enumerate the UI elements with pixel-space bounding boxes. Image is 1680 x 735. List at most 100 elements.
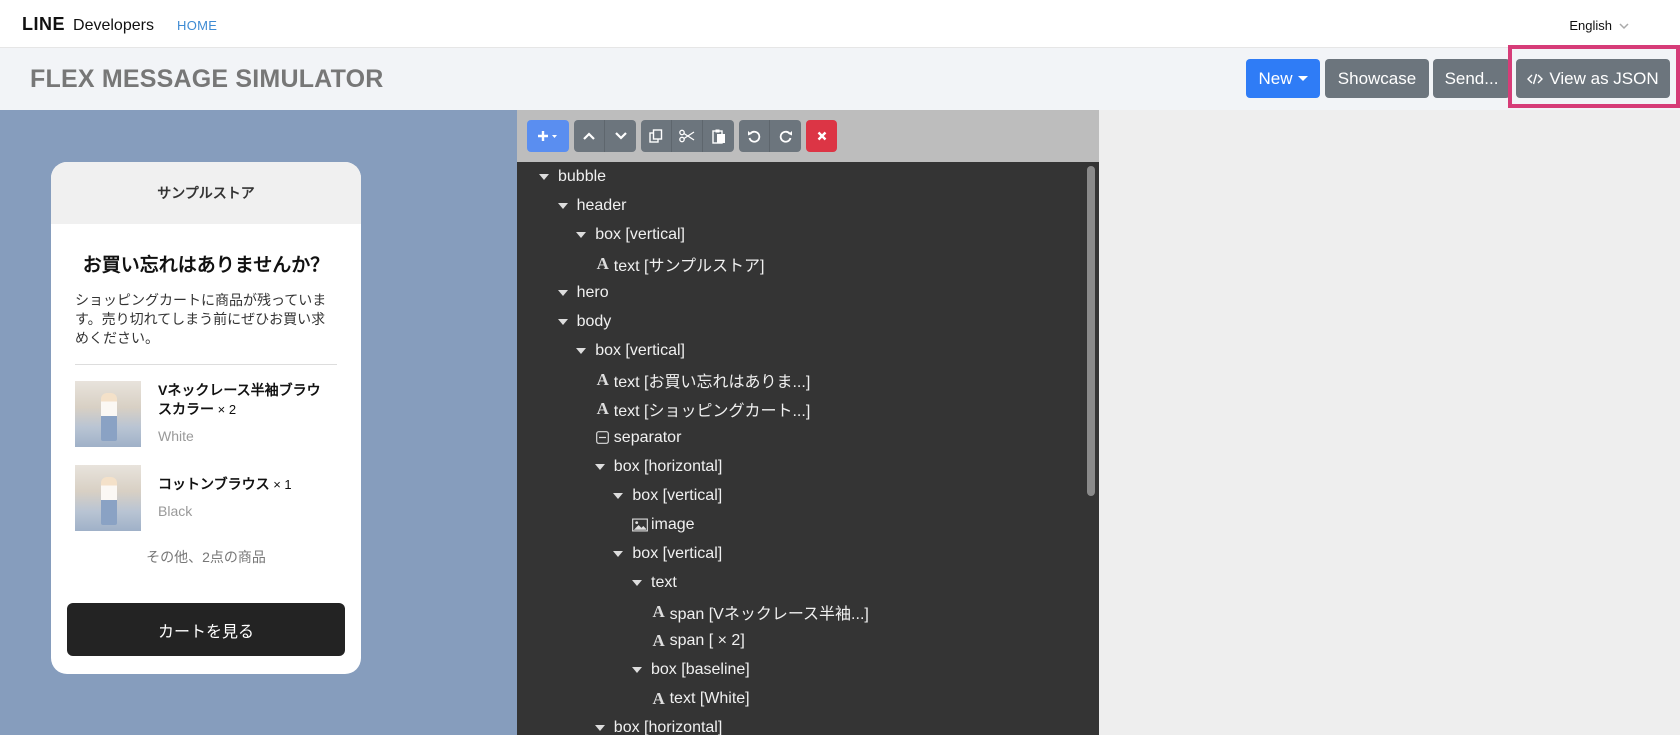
language-label: English: [1569, 18, 1612, 33]
tree-node[interactable]: bubble: [539, 162, 606, 191]
move-down-button[interactable]: [605, 120, 636, 152]
tree-node-label: span [Vネックレース半袖...]: [669, 605, 869, 623]
tree-node-label: text: [651, 573, 677, 591]
component-tree: bubble header box [vertical] Atext [サンプルストア…: [517, 162, 1083, 735]
paste-button[interactable]: [703, 120, 734, 152]
tree-node-label: box [horizontal]: [613, 718, 723, 735]
caret-down-icon: [1297, 76, 1308, 81]
tree-node[interactable]: box [vertical]: [576, 220, 685, 249]
tree-node[interactable]: box [horizontal]: [594, 713, 723, 735]
showcase-button[interactable]: Showcase: [1325, 59, 1429, 98]
tree-node[interactable]: body: [557, 307, 612, 336]
tree-node-label: box [baseline]: [651, 660, 750, 678]
item-name: Vネックレース半袖ブラウスカラー × 2: [158, 382, 321, 417]
caret-down-icon[interactable]: [594, 724, 605, 731]
caret-down-icon[interactable]: [557, 202, 568, 209]
item-color: Black: [158, 503, 193, 519]
nav-home-link[interactable]: HOME: [177, 18, 217, 33]
text-icon: A: [652, 630, 665, 650]
text-icon: A: [652, 688, 665, 708]
tree-node[interactable]: Atext [サンプルストア]: [595, 249, 765, 278]
item-qty: × 1: [269, 477, 292, 492]
tree-node-label: text [サンプルストア]: [613, 257, 765, 275]
tree-node[interactable]: Atext [ショッピングカート...]: [595, 394, 811, 423]
item-color: White: [158, 428, 194, 444]
copy-icon: [649, 129, 663, 143]
tree-node[interactable]: image: [632, 510, 695, 539]
undo-icon: [748, 130, 761, 143]
tree-node-label: bubble: [558, 167, 607, 185]
scissors-icon: [679, 129, 695, 143]
tree-node[interactable]: Aspan [ × 2]: [651, 626, 745, 655]
other-items-text: その他、2点の商品: [146, 549, 266, 565]
tree-node-label: span [ × 2]: [669, 631, 745, 649]
item-name: コットンブラウス × 1: [158, 476, 292, 492]
tree-node[interactable]: Atext [お買い忘れはありま...]: [595, 365, 811, 394]
redo-icon: [779, 130, 792, 143]
title-bar: FLEX MESSAGE SIMULATOR New Showcase Send…: [0, 48, 1680, 110]
tree-node[interactable]: text: [632, 568, 677, 597]
image-icon: [632, 518, 648, 532]
tree-node[interactable]: hero: [557, 278, 609, 307]
new-button-label: New: [1258, 68, 1293, 88]
cut-button[interactable]: [672, 120, 703, 152]
tree-node-label: image: [651, 515, 695, 533]
scrollbar-thumb[interactable]: [1087, 166, 1095, 496]
separator-icon: [595, 431, 611, 444]
tree-scrollbar[interactable]: [1083, 162, 1099, 735]
tree-node[interactable]: header: [557, 191, 627, 220]
tree-node-label: text [お買い忘れはありま...]: [613, 373, 811, 391]
tree-node[interactable]: box [vertical]: [613, 481, 722, 510]
tree-node[interactable]: separator: [595, 423, 682, 452]
caret-down-icon[interactable]: [557, 289, 568, 296]
tree-node[interactable]: box [horizontal]: [594, 452, 722, 481]
close-icon: [817, 131, 826, 141]
add-node-button[interactable]: [527, 120, 569, 152]
language-selector[interactable]: English: [1569, 18, 1630, 33]
text-icon: A: [596, 253, 609, 273]
copy-button[interactable]: [641, 120, 672, 152]
text-icon: A: [596, 398, 609, 418]
brand-line: LINE: [22, 14, 66, 34]
chevron-down-icon: [1619, 22, 1629, 29]
tree-node-label: box [vertical]: [595, 225, 685, 243]
top-nav: LINE Developers HOME English: [0, 0, 1680, 48]
caret-down-icon[interactable]: [539, 173, 549, 180]
tree-node[interactable]: box [baseline]: [632, 655, 750, 684]
cart-item: コットンブラウス × 1 Black: [75, 465, 337, 531]
delete-button[interactable]: [806, 120, 837, 152]
flex-bubble-preview: サンプルストア お買い忘れはありませんか？ ショッピングカートに商品が残っていま…: [51, 162, 361, 674]
caret-down-icon[interactable]: [576, 231, 587, 238]
send-button[interactable]: Send...: [1433, 59, 1510, 98]
caret-down-icon[interactable]: [576, 347, 587, 354]
tree-node[interactable]: Atext [White]: [651, 684, 749, 713]
brand-developers: Developers: [73, 17, 154, 34]
undo-button[interactable]: [739, 120, 770, 152]
caret-down-icon[interactable]: [613, 492, 624, 499]
tree-node-label: box [vertical]: [595, 341, 685, 359]
bubble-title: お買い忘れはありませんか？: [82, 255, 330, 276]
caret-down-icon[interactable]: [632, 666, 642, 673]
view-cart-button[interactable]: カートを見る: [67, 603, 345, 656]
tree-node[interactable]: box [vertical]: [613, 539, 722, 568]
tree-node[interactable]: Aspan [Vネックレース半袖...]: [651, 597, 869, 626]
caret-down-icon[interactable]: [557, 318, 568, 325]
caret-down-icon[interactable]: [632, 579, 642, 586]
bubble-body: お買い忘れはありませんか？ ショッピングカートに商品が残っています。売り切れてし…: [51, 250, 361, 567]
product-image: [75, 381, 141, 447]
redo-button[interactable]: [770, 120, 801, 152]
tree-node[interactable]: box [vertical]: [576, 336, 685, 365]
tree-node-label: separator: [613, 428, 682, 446]
item-qty: × 2: [214, 402, 237, 417]
plus-icon: [538, 131, 557, 141]
property-panel: [1099, 110, 1680, 735]
tree-node-label: header: [576, 196, 627, 214]
tree-node-label: body: [576, 312, 612, 330]
caret-down-icon[interactable]: [594, 463, 605, 470]
caret-down-icon[interactable]: [613, 550, 624, 557]
new-button[interactable]: New: [1246, 59, 1320, 98]
bubble-description: ショッピングカートに商品が残っています。売り切れてしまう前にぜひお買い求めくださ…: [75, 292, 327, 346]
bubble-header: サンプルストア: [51, 162, 361, 224]
brand-logo[interactable]: LINE Developers: [22, 14, 154, 35]
move-up-button[interactable]: [574, 120, 605, 152]
